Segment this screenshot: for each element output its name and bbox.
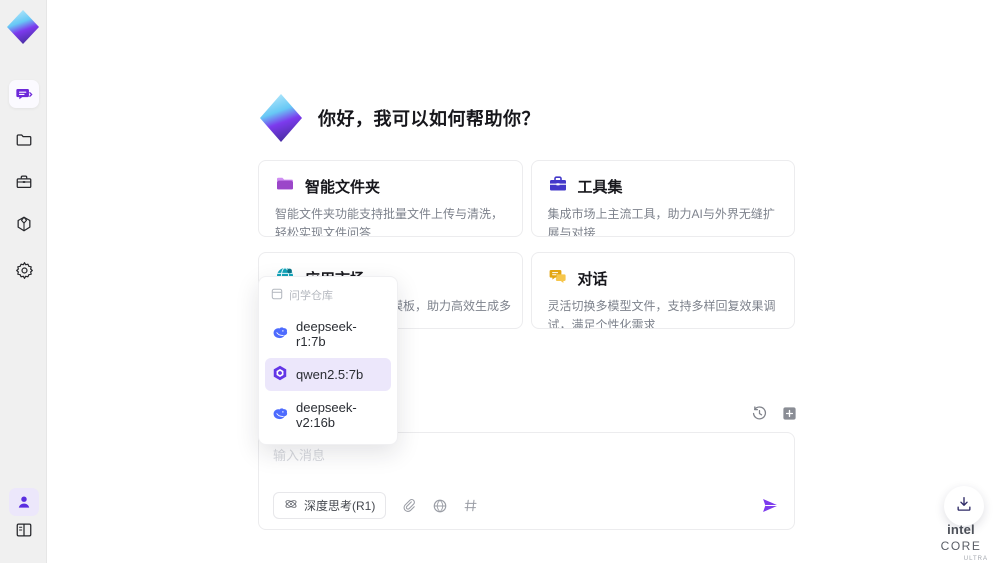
app-window: 你好，我可以如何帮助你？ 智能文件夹 智能文件夹功能支持批量文件上传与清洗，轻松… bbox=[0, 0, 1000, 563]
sidebar-item-chat[interactable] bbox=[9, 80, 39, 108]
deepseek-whale-icon bbox=[272, 406, 288, 425]
model-option-qwen[interactable]: qwen2.5:7b bbox=[265, 358, 391, 391]
chat-icon bbox=[548, 266, 568, 291]
chat-tools bbox=[750, 404, 798, 422]
folder-icon bbox=[275, 174, 295, 199]
briefcase-icon bbox=[15, 173, 33, 191]
deep-think-icon bbox=[284, 497, 298, 514]
model-option-deepseek-r1[interactable]: deepseek-r1:7b bbox=[265, 312, 391, 356]
card-toolset[interactable]: 工具集 集成市场上主流工具，助力AI与外界无缝扩展与对接 bbox=[530, 160, 795, 237]
repo-icon bbox=[271, 288, 283, 303]
deepseek-whale-icon bbox=[272, 325, 288, 344]
card-smart-folder[interactable]: 智能文件夹 智能文件夹功能支持批量文件上传与清洗，轻松实现文件问答 bbox=[258, 160, 523, 237]
history-button[interactable] bbox=[750, 404, 768, 422]
panel-columns-icon bbox=[15, 521, 33, 539]
sidebar-item-panel-toggle[interactable] bbox=[9, 516, 39, 544]
model-dropdown: 问学仓库 deepseek-r1:7b qwen2.5:7b deepseek-… bbox=[258, 276, 398, 445]
model-option-deepseek-v2[interactable]: deepseek-v2:16b bbox=[265, 393, 391, 437]
folder-icon bbox=[15, 131, 33, 149]
send-button[interactable] bbox=[761, 496, 780, 515]
sidebar-item-settings[interactable] bbox=[9, 256, 39, 284]
composer-toolbar: 深度思考(R1) bbox=[273, 492, 780, 519]
globe-toggle-icon[interactable] bbox=[431, 497, 448, 514]
deep-think-toggle[interactable]: 深度思考(R1) bbox=[273, 492, 387, 519]
model-repo-label: 问学仓库 bbox=[289, 290, 333, 302]
briefcase-icon bbox=[548, 174, 568, 199]
message-composer: 深度思考(R1) bbox=[258, 432, 795, 530]
gear-icon bbox=[15, 261, 34, 280]
sidebar bbox=[0, 0, 47, 563]
card-description: 灵活切换多模型文件，支持多样回复效果调试，满足个性化需求 bbox=[547, 299, 776, 329]
sidebar-item-models[interactable] bbox=[9, 210, 39, 238]
card-description: 智能文件夹功能支持批量文件上传与清洗，轻松实现文件问答 bbox=[275, 207, 504, 237]
intel-logo-text: intel bbox=[947, 522, 975, 537]
card-description: 集成市场上主流工具，助力AI与外界无缝扩展与对接 bbox=[547, 207, 775, 237]
new-chat-button[interactable] bbox=[780, 404, 798, 422]
ultra-text: ULTRA bbox=[963, 556, 988, 562]
intel-core-badge: intel CORE ULTRA bbox=[930, 522, 992, 562]
prompt-grid-icon[interactable] bbox=[462, 497, 479, 514]
sidebar-item-tools[interactable] bbox=[9, 168, 39, 196]
qwen-icon bbox=[272, 365, 288, 384]
user-icon bbox=[16, 494, 32, 510]
cube-icon bbox=[15, 215, 33, 233]
card-title: 对话 bbox=[577, 271, 608, 288]
model-option-label: qwen2.5:7b bbox=[296, 367, 364, 382]
download-button[interactable] bbox=[944, 486, 984, 526]
card-title: 智能文件夹 bbox=[305, 179, 381, 196]
download-icon bbox=[955, 495, 973, 518]
app-logo bbox=[7, 10, 39, 44]
message-input[interactable] bbox=[273, 445, 780, 485]
card-title: 工具集 bbox=[577, 179, 623, 196]
model-repo-header: 问学仓库 bbox=[265, 282, 391, 310]
deep-think-label: 深度思考(R1) bbox=[304, 499, 376, 513]
chat-bubble-icon bbox=[15, 85, 33, 103]
model-option-label: deepseek-r1:7b bbox=[296, 319, 357, 349]
greeting-title: 你好，我可以如何帮助你？ bbox=[318, 109, 540, 129]
model-option-label: deepseek-v2:16b bbox=[296, 400, 357, 430]
attachment-icon[interactable] bbox=[400, 497, 417, 514]
core-text: CORE bbox=[940, 539, 982, 553]
sidebar-item-folders[interactable] bbox=[9, 126, 39, 154]
card-conversation[interactable]: 对话 灵活切换多模型文件，支持多样回复效果调试，满足个性化需求 bbox=[530, 252, 795, 329]
sidebar-item-account[interactable] bbox=[9, 488, 39, 516]
assistant-logo bbox=[260, 94, 302, 142]
greeting: 你好，我可以如何帮助你？ bbox=[260, 94, 540, 142]
